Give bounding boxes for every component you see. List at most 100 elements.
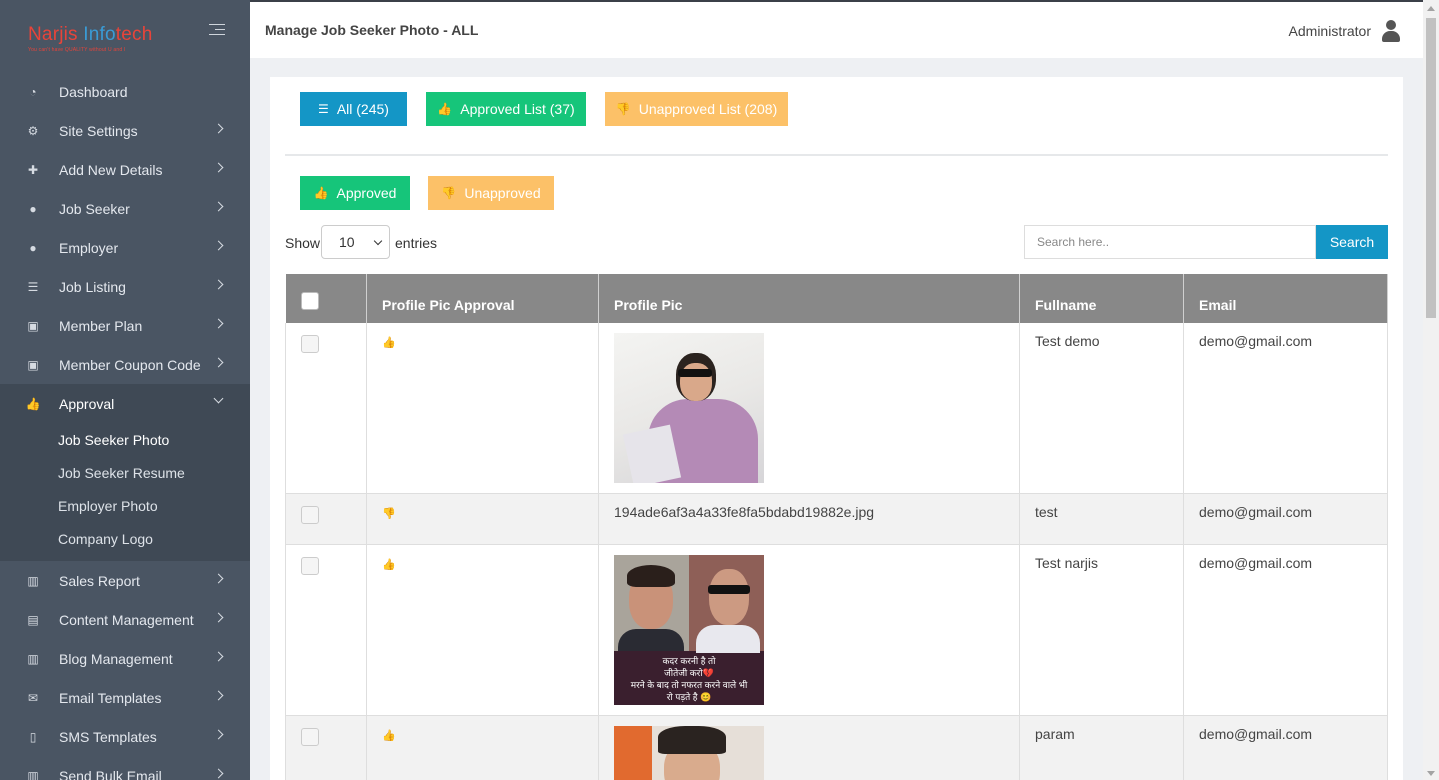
column-header[interactable]: Email [1183, 274, 1388, 323]
thumbs-up-icon: 👍 [313, 186, 329, 200]
sidebar-item-employer[interactable]: ● Employer [0, 228, 250, 267]
fullname-cell: param [1019, 715, 1184, 780]
hamburger-menu-icon[interactable] [209, 24, 225, 39]
column-header[interactable]: Fullname [1019, 274, 1184, 323]
thumbs-up-icon: 👍 [382, 730, 396, 742]
chevron-down-icon [213, 393, 224, 404]
search-button[interactable]: Search [1316, 225, 1388, 259]
chevron-right-icon [213, 729, 224, 740]
table-row: 👍 Test demo demo@gmail.com [285, 323, 1388, 494]
filter-approved-list-button[interactable]: 👍 Approved List (37) [426, 92, 586, 126]
row-checkbox[interactable] [301, 557, 319, 575]
sidebar-item-dashboard[interactable]: ◔ Dashboard [0, 72, 250, 111]
sidebar-item-email-templates[interactable]: ✉ Email Templates [0, 678, 250, 717]
sidebar-item-site-settings[interactable]: ⚙ Site Settings [0, 111, 250, 150]
scroll-up-arrow-icon[interactable] [1427, 6, 1435, 11]
sidebar-item-member-coupon-code[interactable]: ▣ Member Coupon Code [0, 345, 250, 384]
topbar: Manage Job Seeker Photo - ALL Administra… [250, 0, 1423, 58]
entries-select[interactable]: 10 [321, 225, 390, 259]
logo[interactable]: Narjis Infotech You can't have QUALITY w… [28, 24, 152, 53]
envelope-icon: ✉ [27, 690, 39, 705]
approval-submenu: Job Seeker Photo Job Seeker Resume Emplo… [0, 423, 250, 561]
email-cell: demo@gmail.com [1183, 493, 1388, 545]
thumbs-down-icon: 👎 [441, 186, 457, 200]
chevron-right-icon [213, 240, 224, 251]
profile-pic-filename: 194ade6af3a4a33fe8fa5bdabd19882e.jpg [598, 493, 1020, 545]
profile-photo: कदर करनी है तो जीतेजी करो💔 मरने के बाद त… [614, 555, 764, 705]
plus-icon: ✚ [27, 162, 39, 177]
chevron-right-icon [213, 651, 224, 662]
sidebar-item-add-new-details[interactable]: ✚ Add New Details [0, 150, 250, 189]
chevron-right-icon [213, 357, 224, 368]
filter-all-button[interactable]: ☰ All (245) [300, 92, 407, 126]
filter-unapproved-list-button[interactable]: 👎 Unapproved List (208) [605, 92, 788, 126]
table-row: 👎 194ade6af3a4a33fe8fa5bdabd19882e.jpg t… [285, 493, 1388, 545]
user-icon [1381, 20, 1401, 42]
logo-tagline: You can't have QUALITY without U and I [28, 47, 126, 53]
show-label: Show [285, 235, 321, 251]
scroll-thumb[interactable] [1426, 18, 1436, 318]
page-title: Manage Job Seeker Photo - ALL [265, 22, 479, 38]
thumbs-up-icon: 👍 [382, 337, 396, 349]
sidebar-item-job-listing[interactable]: ☰ Job Listing [0, 267, 250, 306]
select-all-checkbox[interactable] [300, 292, 319, 310]
chevron-right-icon [213, 318, 224, 329]
row-checkbox[interactable] [301, 335, 319, 353]
scroll-down-arrow-icon[interactable] [1427, 771, 1435, 776]
bar-chart-icon: ▥ [27, 651, 39, 666]
fullname-cell: Test demo [1019, 323, 1184, 494]
main-panel: ☰ All (245) 👍 Approved List (37) 👎 Unapprov… [270, 77, 1403, 780]
book-icon: ▤ [27, 612, 39, 627]
sidebar: Narjis Infotech You can't have QUALITY w… [0, 0, 250, 780]
chevron-down-icon [373, 236, 383, 246]
profile-photo [614, 333, 764, 483]
bar-chart-icon: ▥ [27, 768, 39, 780]
entries-label: entries [395, 235, 438, 251]
thumbs-up-icon: 👍 [437, 102, 453, 116]
user-menu[interactable]: Administrator [1289, 20, 1401, 42]
brand: Narjis Infotech You can't have QUALITY w… [0, 0, 250, 72]
submenu-item-company-logo[interactable]: Company Logo [0, 522, 250, 555]
chevron-right-icon [213, 690, 224, 701]
divider [285, 154, 1388, 156]
thumbs-up-icon: 👍 [25, 396, 41, 411]
money-icon: ▣ [27, 318, 39, 333]
sidebar-nav: ◔ Dashboard ⚙ Site Settings ✚ Add New Detai… [0, 72, 250, 780]
sidebar-item-blog-management[interactable]: ▥ Blog Management [0, 639, 250, 678]
table-row: 👍 कदर करनी है तो जीतेजी करो💔 मरने के बाद… [285, 544, 1388, 716]
dashboard-icon: ◔ [29, 84, 37, 99]
submenu-item-job-seeker-resume[interactable]: Job Seeker Resume [0, 456, 250, 489]
chevron-right-icon [213, 573, 224, 584]
sidebar-item-sales-report[interactable]: ▥ Sales Report [0, 561, 250, 600]
fullname-cell: test [1019, 493, 1184, 545]
column-header[interactable]: Profile Pic Approval [366, 274, 599, 323]
approve-button[interactable]: 👍 Approved [300, 176, 410, 210]
submenu-item-job-seeker-photo[interactable]: Job Seeker Photo [0, 423, 250, 456]
chevron-right-icon [213, 201, 224, 212]
sidebar-item-approval[interactable]: 👍 Approval [0, 384, 250, 423]
email-cell: demo@gmail.com [1183, 323, 1388, 494]
logo-text-3: tech [115, 24, 153, 45]
sidebar-item-member-plan[interactable]: ▣ Member Plan [0, 306, 250, 345]
logo-text-2: Info [83, 24, 116, 45]
sidebar-item-sms-templates[interactable]: ▯ SMS Templates [0, 717, 250, 756]
logo-text-1: Narjis [28, 24, 84, 45]
user-icon: ● [29, 201, 37, 216]
submenu-item-employer-photo[interactable]: Employer Photo [0, 489, 250, 522]
table-header-row: Profile Pic Approval Profile Pic Fullnam… [285, 274, 1388, 323]
sidebar-item-job-seeker[interactable]: ● Job Seeker [0, 189, 250, 228]
cogs-icon: ⚙ [27, 123, 39, 138]
row-checkbox[interactable] [301, 506, 319, 524]
list-icon: ☰ [27, 279, 39, 294]
sidebar-item-send-bulk-email[interactable]: ▥ Send Bulk Email [0, 756, 250, 780]
row-checkbox[interactable] [301, 728, 319, 746]
mobile-icon: ▯ [29, 729, 37, 744]
chevron-right-icon [213, 162, 224, 173]
search-input[interactable]: Search here.. [1024, 225, 1316, 259]
column-header[interactable]: Profile Pic [598, 274, 1020, 323]
unapprove-button[interactable]: 👎 Unapproved [428, 176, 554, 210]
sidebar-item-content-management[interactable]: ▤ Content Management [0, 600, 250, 639]
money-icon: ▣ [27, 357, 39, 372]
page-scrollbar[interactable] [1423, 0, 1439, 780]
job-seeker-photo-table: Profile Pic Approval Profile Pic Fullnam… [285, 274, 1388, 780]
